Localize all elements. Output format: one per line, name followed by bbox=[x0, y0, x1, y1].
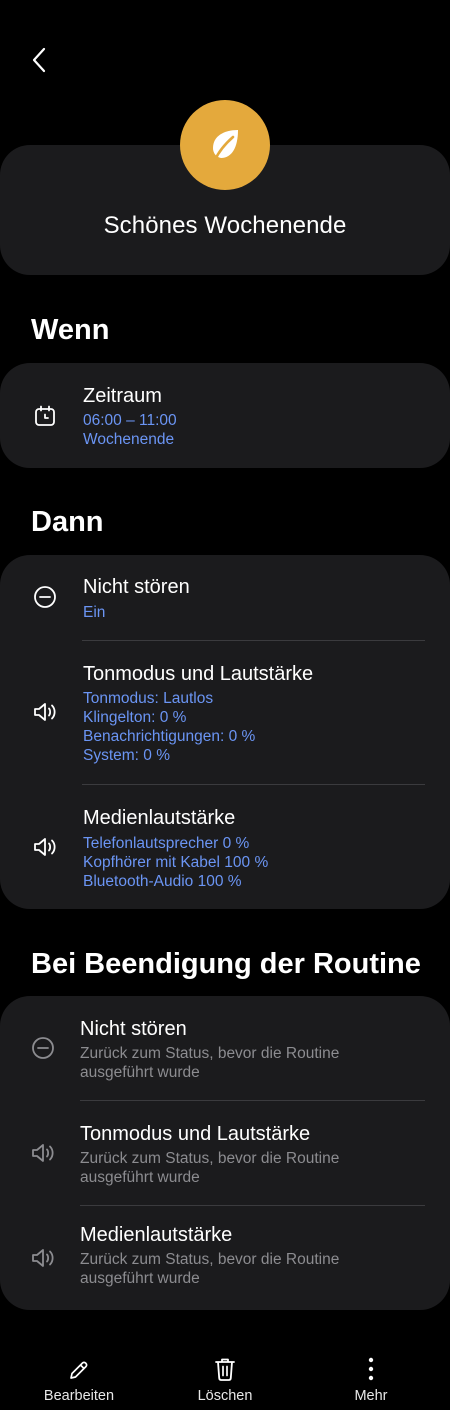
chevron-left-icon bbox=[32, 47, 46, 73]
action-item-nicht-stoeren[interactable]: Nicht stören Ein bbox=[0, 555, 450, 640]
wenn-card: Zeitraum 06:00 – 11:00 Wochenende bbox=[0, 363, 450, 468]
item-detail: System: 0 % bbox=[83, 747, 170, 764]
more-vertical-icon bbox=[366, 1348, 376, 1382]
item-detail: Tonmodus: Lautlos bbox=[83, 690, 214, 707]
speaker-icon bbox=[30, 832, 60, 862]
item-title: Nicht stören bbox=[83, 576, 190, 598]
end-item-nicht-stoeren[interactable]: Nicht stören Zurück zum Status, bevor di… bbox=[0, 996, 450, 1100]
item-detail: Kopfhörer mit Kabel 100 % bbox=[83, 854, 269, 871]
item-detail: Zurück zum Status, bevor die Routine bbox=[80, 1150, 340, 1167]
action-item-medienlautstaerke[interactable]: Medienlautstärke Telefonlautsprecher 0 %… bbox=[0, 785, 450, 909]
do-not-disturb-icon bbox=[30, 582, 60, 612]
item-title: Medienlautstärke bbox=[83, 807, 236, 829]
item-title: Nicht stören bbox=[80, 1018, 187, 1040]
section-heading-wenn: Wenn bbox=[31, 314, 110, 346]
item-title: Medienlautstärke bbox=[80, 1224, 233, 1246]
item-detail: Ein bbox=[83, 604, 106, 621]
end-card: Nicht stören Zurück zum Status, bevor di… bbox=[0, 996, 450, 1310]
item-detail: ausgeführt wurde bbox=[80, 1169, 200, 1186]
more-button[interactable]: Mehr bbox=[296, 1340, 446, 1410]
more-label: Mehr bbox=[354, 1388, 388, 1404]
item-title: Zeitraum bbox=[83, 385, 162, 407]
item-detail: Bluetooth-Audio 100 % bbox=[83, 873, 242, 890]
item-detail: Zurück zum Status, bevor die Routine bbox=[80, 1045, 340, 1062]
item-detail: ausgeführt wurde bbox=[80, 1270, 200, 1287]
speaker-icon bbox=[28, 1138, 58, 1168]
speaker-icon bbox=[30, 697, 60, 727]
bottom-action-bar: Bearbeiten Löschen Mehr bbox=[0, 1340, 450, 1410]
item-detail: Benachrichtigungen: 0 % bbox=[83, 728, 256, 745]
do-not-disturb-icon bbox=[28, 1033, 58, 1063]
edit-button[interactable]: Bearbeiten bbox=[4, 1340, 154, 1410]
routine-icon[interactable] bbox=[180, 100, 270, 190]
end-item-medienlautstaerke[interactable]: Medienlautstärke Zurück zum Status, bevo… bbox=[0, 1206, 450, 1310]
edit-label: Bearbeiten bbox=[43, 1388, 115, 1404]
item-detail: ausgeführt wurde bbox=[80, 1064, 200, 1081]
leaf-icon bbox=[213, 130, 238, 162]
item-detail: 06:00 – 11:00 bbox=[83, 412, 177, 429]
item-detail: Wochenende bbox=[83, 431, 175, 448]
trash-icon bbox=[213, 1348, 237, 1382]
pencil-icon bbox=[67, 1348, 91, 1382]
condition-item-zeitraum[interactable]: Zeitraum 06:00 – 11:00 Wochenende bbox=[0, 363, 450, 468]
routine-title: Schönes Wochenende bbox=[103, 212, 347, 239]
speaker-icon bbox=[28, 1243, 58, 1273]
section-heading-dann: Dann bbox=[31, 506, 104, 538]
item-detail: Zurück zum Status, bevor die Routine bbox=[80, 1251, 340, 1268]
end-item-tonmodus[interactable]: Tonmodus und Lautstärke Zurück zum Statu… bbox=[0, 1101, 450, 1205]
back-button[interactable] bbox=[22, 42, 56, 78]
item-title: Tonmodus und Lautstärke bbox=[80, 1123, 311, 1145]
delete-label: Löschen bbox=[197, 1388, 253, 1404]
item-title: Tonmodus und Lautstärke bbox=[83, 663, 314, 685]
item-detail: Telefonlautsprecher 0 % bbox=[83, 835, 250, 852]
section-heading-beendigung: Bei Beendigung der Routine bbox=[31, 948, 421, 980]
item-detail: Klingelton: 0 % bbox=[83, 709, 187, 726]
delete-button[interactable]: Löschen bbox=[150, 1340, 300, 1410]
action-item-tonmodus[interactable]: Tonmodus und Lautstärke Tonmodus: Lautlo… bbox=[0, 641, 450, 784]
calendar-clock-icon bbox=[30, 401, 60, 431]
dann-card: Nicht stören Ein Tonmodus und Lautstärke… bbox=[0, 555, 450, 909]
